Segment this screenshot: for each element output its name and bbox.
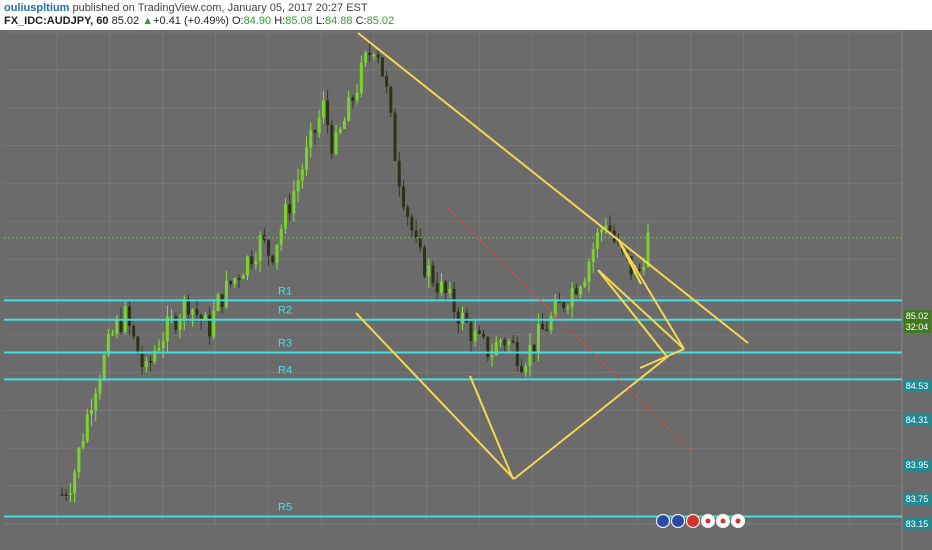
close-value: 85.02 xyxy=(366,15,395,27)
flag-cn-icon xyxy=(685,513,701,529)
flag-jp-icon-dot xyxy=(720,518,726,524)
price-badge-label: 83.75 xyxy=(906,494,929,504)
flag-jp-icon-dot xyxy=(735,518,741,524)
candle xyxy=(216,292,220,312)
ohlc-line: FX_IDC:AUDJPY, 60 85.02 ▲+0.41 (+0.49%) … xyxy=(4,15,394,27)
last-price: 85.02 xyxy=(111,15,140,27)
change-value: +0.41 (+0.49%) xyxy=(153,15,229,27)
flag-au-icon xyxy=(670,513,686,529)
flag-jp-icon-dot xyxy=(705,518,711,524)
low-label: L: xyxy=(315,15,325,27)
price-badge-label: 84.31 xyxy=(906,415,929,425)
price-axis xyxy=(902,30,932,550)
up-arrow-icon: ▲ xyxy=(142,15,154,27)
level-label-r5: R5 xyxy=(278,502,292,514)
price-chart[interactable]: R1 R2 R3 R4 R5 85.0232:04 84.53 84.31 83.95 83.75… xyxy=(0,30,932,550)
candle xyxy=(380,57,384,78)
close-label: C: xyxy=(355,15,367,27)
candle xyxy=(423,244,427,278)
symbol-label: FX_IDC:AUDJPY, 60 xyxy=(4,15,109,27)
high-value: 85.08 xyxy=(285,15,313,27)
publish-line: ouliuspltium published on TradingView.co… xyxy=(4,2,368,14)
candle xyxy=(393,107,397,162)
candle xyxy=(330,120,334,160)
author-link[interactable]: ouliuspltium xyxy=(4,2,69,14)
price-badge-label: 32:04 xyxy=(906,322,929,332)
level-label-r3: R3 xyxy=(278,338,292,350)
high-label: H: xyxy=(274,15,286,27)
open-value: 84.90 xyxy=(243,15,272,27)
level-label-r4: R4 xyxy=(278,364,292,376)
level-label-r2: R2 xyxy=(278,305,292,317)
low-value: 84.88 xyxy=(325,15,353,27)
price-badge-label: 84.53 xyxy=(906,381,929,391)
open-label: O: xyxy=(232,15,244,27)
published-text: published on TradingView.com, January 05… xyxy=(72,2,368,14)
level-label-r1: R1 xyxy=(278,285,292,297)
price-badge-label: 83.15 xyxy=(906,519,929,529)
candle xyxy=(102,351,106,382)
price-badge-label: 85.02 xyxy=(906,311,929,321)
flag-au-icon xyxy=(655,513,671,529)
price-badge-label: 83.95 xyxy=(906,460,929,470)
